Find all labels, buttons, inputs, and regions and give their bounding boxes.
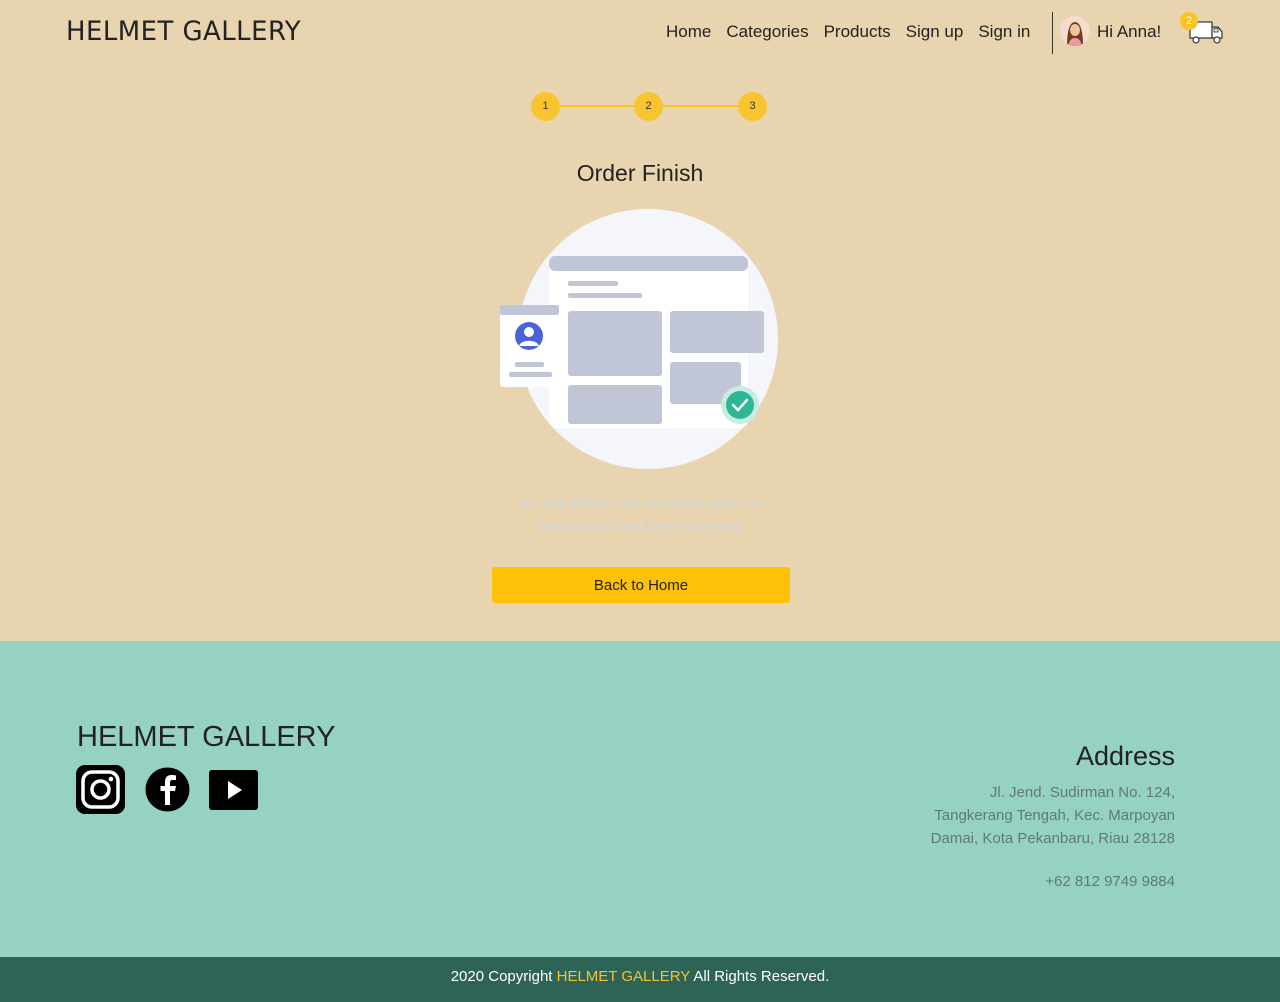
step-1: 1 [531, 92, 560, 121]
copyright-prefix: 2020 Copyright [450, 968, 553, 985]
nav-sign-in[interactable]: Sign in [978, 22, 1030, 42]
cart-count-badge: 2 [1180, 12, 1198, 30]
info-line-2: transaction has been accepted [538, 518, 744, 535]
youtube-link[interactable] [209, 770, 258, 810]
copyright-brand: HELMET GALLERY [556, 968, 691, 985]
youtube-icon [209, 770, 258, 810]
facebook-icon [145, 767, 190, 812]
info-line-1: We will inform you via email once the [517, 495, 765, 512]
facebook-link[interactable] [143, 765, 192, 814]
footer-brand: HELMET GALLERY [77, 721, 336, 753]
order-success-illustration [498, 208, 780, 470]
phone-number: +62 812 9749 9884 [1045, 873, 1175, 890]
user-greeting[interactable]: Hi Anna! [1097, 22, 1161, 42]
address-heading: Address [1075, 741, 1175, 771]
header: HELMET GALLERY Home Categories Products … [0, 0, 1280, 66]
order-info-text: We will inform you via email once the tr… [500, 492, 782, 538]
nav-divider [1052, 12, 1053, 54]
step-3: 3 [738, 92, 767, 121]
address-text: Jl. Jend. Sudirman No. 124, Tangkerang T… [931, 781, 1175, 850]
copyright-suffix: All Rights Reserved. [693, 968, 830, 985]
nav-products[interactable]: Products [824, 22, 891, 42]
nav-sign-up[interactable]: Sign up [906, 22, 964, 42]
user-avatar-icon [1060, 16, 1090, 46]
instagram-icon [76, 765, 125, 814]
brand-logo[interactable]: HELMET GALLERY [66, 16, 301, 47]
back-to-home-button[interactable]: Back to Home [492, 567, 790, 603]
address-line-3: Damai, Kota Pekanbaru, Riau 28128 [930, 830, 1175, 847]
main-nav: Home Categories Products Sign up Sign in [666, 22, 1045, 42]
instagram-link[interactable] [76, 765, 125, 814]
page-title: Order Finish [576, 160, 704, 186]
avatar[interactable] [1060, 16, 1090, 46]
address-line-2: Tangkerang Tengah, Kec. Marpoyan [934, 807, 1175, 824]
order-stepper: 1 2 3 [531, 92, 767, 122]
step-2: 2 [634, 92, 663, 121]
footer: HELMET GALLERY Address Jl. Jend. Sudirma… [0, 641, 1280, 957]
copyright-bar: 2020 Copyright HELMET GALLERY All Rights… [0, 957, 1280, 1002]
address-line-1: Jl. Jend. Sudirman No. 124, [989, 784, 1175, 801]
nav-categories[interactable]: Categories [726, 22, 808, 42]
nav-home[interactable]: Home [666, 22, 711, 42]
